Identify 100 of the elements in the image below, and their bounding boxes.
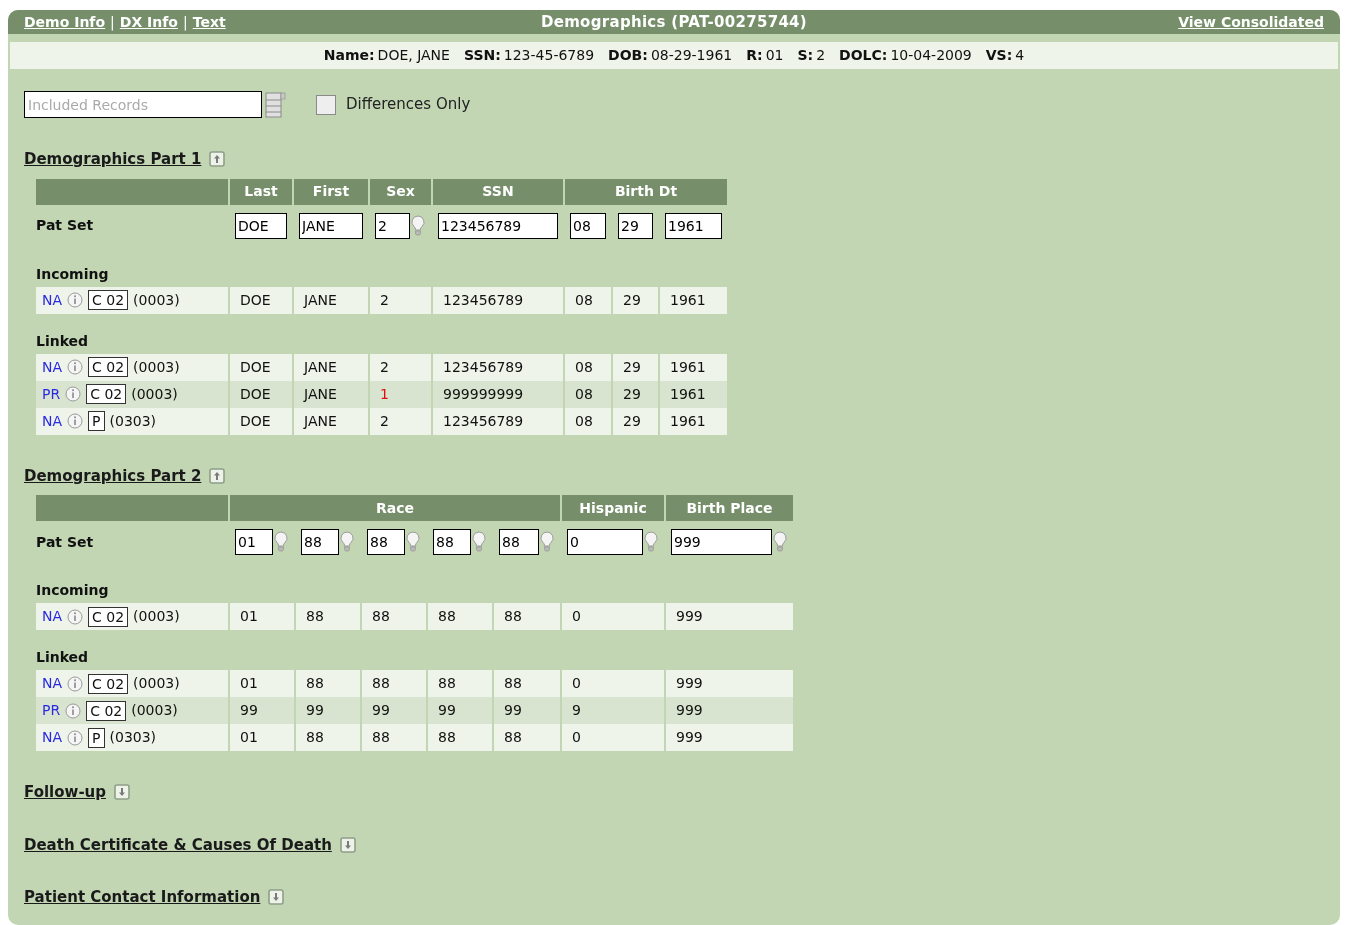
table-cell: 2 <box>380 412 389 429</box>
section-link[interactable]: Patient Contact Information <box>24 886 261 909</box>
table-cell: 99 <box>240 702 258 718</box>
info-icon[interactable] <box>67 729 84 746</box>
value-field[interactable]: 88 <box>499 529 539 555</box>
section-link[interactable]: Demographics Part 1 <box>24 148 202 171</box>
table-cell: 123456789 <box>443 358 524 375</box>
info-value: 2 <box>816 46 826 65</box>
table-cell: 0 <box>572 608 581 624</box>
source-tag: C 02 <box>86 700 127 721</box>
value-field[interactable]: 999 <box>671 529 772 555</box>
table-cell: 29 <box>623 412 641 429</box>
record-count: (0303) <box>109 411 157 431</box>
table-cell: 9 <box>572 702 581 718</box>
list-icon[interactable] <box>264 91 286 118</box>
expand-icon[interactable] <box>268 889 285 906</box>
table-cell: 88 <box>306 729 324 745</box>
row-label: Pat Set <box>36 533 94 550</box>
info-icon[interactable] <box>67 608 84 625</box>
value-field[interactable]: 88 <box>367 529 405 555</box>
table-cell: 99 <box>306 702 324 718</box>
table-cell: 08 <box>575 412 593 429</box>
collapse-icon[interactable] <box>209 467 226 484</box>
lightbulb-icon[interactable] <box>472 531 486 553</box>
info-icon[interactable] <box>67 675 84 692</box>
expand-icon[interactable] <box>114 784 131 801</box>
record-count: (0003) <box>131 384 178 404</box>
section-link[interactable]: Demographics Part 2 <box>24 464 202 487</box>
table-cell: 1961 <box>670 291 706 308</box>
status-link[interactable]: NA <box>42 673 63 694</box>
lightbulb-icon[interactable] <box>340 531 354 553</box>
value-field[interactable]: 88 <box>433 529 471 555</box>
record-count: (0003) <box>131 701 178 720</box>
status-link[interactable]: NA <box>42 727 63 748</box>
column-header: Birth Dt <box>565 178 727 205</box>
table-cell: 1961 <box>670 412 706 429</box>
table-cell: 29 <box>623 358 641 375</box>
section-link[interactable]: Follow-up <box>24 781 107 804</box>
value-field[interactable]: 2 <box>375 212 410 239</box>
lightbulb-icon[interactable] <box>540 531 554 553</box>
info-icon[interactable] <box>65 702 82 719</box>
table-cell: DOE <box>240 358 271 375</box>
source-tag: P <box>88 727 105 748</box>
value-field[interactable]: 08 <box>570 212 606 239</box>
section-link[interactable]: Death Certificate & Causes Of Death <box>24 833 332 856</box>
info-icon[interactable] <box>67 359 84 375</box>
value-field[interactable]: JANE <box>299 212 363 239</box>
status-link[interactable]: NA <box>42 289 63 311</box>
status-link[interactable]: PR <box>42 383 61 405</box>
group-label: Linked <box>36 332 89 349</box>
table-cell: 88 <box>438 675 456 691</box>
value-field[interactable]: 1961 <box>665 212 722 239</box>
separator: | <box>183 12 188 33</box>
nav-link[interactable]: Demo Info <box>24 11 106 33</box>
view-consolidated-link[interactable]: View Consolidated <box>1178 11 1324 33</box>
column-header: Sex <box>370 178 431 205</box>
column-header: Race <box>230 495 560 521</box>
value-field[interactable]: DOE <box>235 212 287 239</box>
collapse-icon[interactable] <box>209 151 226 168</box>
group-label: Incoming <box>36 582 109 598</box>
column-header: Hispanic <box>562 495 664 521</box>
status-link[interactable]: NA <box>42 606 63 627</box>
table-cell: JANE <box>304 385 337 402</box>
info-value: 08-29-1961 <box>650 46 733 65</box>
included-records-field[interactable]: Included Records <box>24 91 262 118</box>
table-cell: 01 <box>240 608 258 624</box>
info-label: DOLC: <box>839 46 888 65</box>
value-field[interactable]: 88 <box>301 529 339 555</box>
table-cell: DOE <box>240 412 271 429</box>
info-icon[interactable] <box>65 386 82 402</box>
value-field[interactable]: 123456789 <box>438 212 558 239</box>
status-link[interactable]: PR <box>42 700 61 721</box>
status-link[interactable]: NA <box>42 356 63 378</box>
table-cell: 08 <box>575 385 593 402</box>
source-tag: C 02 <box>86 384 127 404</box>
status-link[interactable]: NA <box>42 410 63 432</box>
value-field[interactable]: 0 <box>567 529 643 555</box>
value-field[interactable]: 01 <box>235 529 273 555</box>
source-tag: C 02 <box>88 606 129 627</box>
differences-checkbox[interactable] <box>316 94 336 115</box>
record-count: (0003) <box>133 357 180 377</box>
value-field[interactable]: 29 <box>618 212 653 239</box>
table-cell: JANE <box>304 358 337 375</box>
table-cell: 999 <box>676 608 703 624</box>
expand-icon[interactable] <box>339 836 356 853</box>
lightbulb-icon[interactable] <box>773 531 787 553</box>
nav-link[interactable]: Text <box>192 11 226 33</box>
info-icon[interactable] <box>67 413 84 429</box>
lightbulb-icon[interactable] <box>411 214 425 237</box>
nav-link[interactable]: DX Info <box>119 11 178 33</box>
table-cell: 88 <box>504 608 522 624</box>
table-cell: 88 <box>372 675 390 691</box>
info-label: Name: <box>323 46 375 65</box>
column-header: First <box>294 178 368 205</box>
lightbulb-icon[interactable] <box>274 531 288 553</box>
lightbulb-icon[interactable] <box>406 531 420 553</box>
info-label: R: <box>746 46 763 65</box>
info-icon[interactable] <box>67 292 84 308</box>
lightbulb-icon[interactable] <box>644 531 658 553</box>
table-cell: 99 <box>504 702 522 718</box>
